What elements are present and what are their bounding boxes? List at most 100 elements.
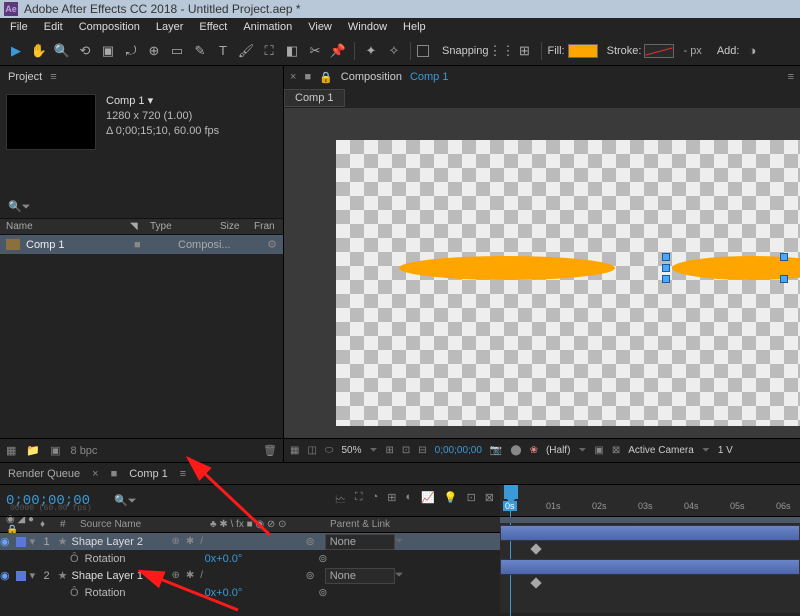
stroke-width[interactable]: - px xyxy=(683,45,701,57)
graph-editor-icon[interactable]: 📈 xyxy=(421,491,435,510)
col-type[interactable]: Type xyxy=(150,221,220,232)
color-mgmt-icon[interactable]: ❀ xyxy=(530,445,538,456)
property-rotation-2[interactable]: Ô Rotation 0x+0.0° ⊚ xyxy=(0,584,500,601)
layer-bar-2[interactable] xyxy=(500,559,800,575)
keyframe-icon[interactable] xyxy=(530,577,541,588)
property-value[interactable]: 0x+0.0° xyxy=(205,553,243,565)
layer-switches[interactable]: ⊕✱/ xyxy=(165,570,285,581)
layer-name[interactable]: Shape Layer 2 xyxy=(71,536,165,548)
transparency-icon[interactable]: ◫ xyxy=(307,445,316,456)
local-axis-icon[interactable]: ✦ xyxy=(361,41,381,61)
tl-icon-a[interactable]: ⊡ xyxy=(467,491,476,510)
layer-row-1[interactable]: ◉ ▾ 1 ★ Shape Layer 2 ⊕✱/ ⊚ None⏷ xyxy=(0,533,500,550)
render-queue-tab[interactable]: Render Queue xyxy=(8,468,80,480)
menu-window[interactable]: Window xyxy=(340,19,395,35)
grid-icon[interactable]: ⊟ xyxy=(418,445,426,456)
resolution-dropdown[interactable]: (Half) xyxy=(546,445,570,456)
snapshot-icon[interactable]: 📷 xyxy=(490,445,502,456)
snap-grid-icon[interactable]: ⊞ xyxy=(515,41,535,61)
anchor-tool-icon[interactable]: ⊕ xyxy=(144,41,164,61)
mask-icon[interactable]: ⬭ xyxy=(325,445,334,456)
time-ruler[interactable]: 0s 01s 02s 03s 04s 05s 06s xyxy=(500,485,800,517)
visibility-icon[interactable]: ◉ xyxy=(0,535,10,548)
show-channel-icon[interactable]: ⬤ xyxy=(510,445,521,456)
views-dropdown[interactable]: 1 V xyxy=(718,445,733,456)
label-color[interactable] xyxy=(16,571,26,581)
resize-handle[interactable] xyxy=(780,275,788,283)
timeline-comp-tab[interactable]: Comp 1 xyxy=(129,468,168,480)
world-axis-icon[interactable]: ✧ xyxy=(384,41,404,61)
orbit-tool-icon[interactable]: ⟲ xyxy=(75,41,95,61)
twirl-icon[interactable]: ▾ xyxy=(30,535,40,548)
brush-tool-icon[interactable]: 🖌 xyxy=(236,41,256,61)
lock-icon[interactable]: 🔒 xyxy=(319,71,333,84)
project-item-comp1[interactable]: Comp 1 ■ Composi... ⚙ xyxy=(0,235,283,254)
togglealpha-icon[interactable]: ⊠ xyxy=(612,445,620,456)
composition-viewport[interactable] xyxy=(284,108,800,438)
layer-name[interactable]: Shape Layer 1 xyxy=(71,570,165,582)
menu-composition[interactable]: Composition xyxy=(71,19,148,35)
shy-icon[interactable]: 🗠 xyxy=(335,491,346,510)
menu-view[interactable]: View xyxy=(300,19,340,35)
close-panel-icon[interactable]: × xyxy=(290,71,296,83)
resize-handle[interactable] xyxy=(662,253,670,261)
menu-effect[interactable]: Effect xyxy=(191,19,235,35)
region-icon[interactable]: ▦ xyxy=(290,445,299,456)
add-shape-icon[interactable]: ◑ xyxy=(742,41,762,61)
rotate-tool-icon[interactable]: ⤾ xyxy=(121,41,141,61)
zoom-dropdown[interactable]: 50% xyxy=(341,445,361,456)
layer-switches[interactable]: ⊕✱/ xyxy=(165,536,285,547)
draft3d-icon[interactable]: ◔ xyxy=(372,491,379,510)
col-parent[interactable]: Parent & Link xyxy=(330,519,430,530)
expression-pickwhip-icon[interactable]: ⊚ xyxy=(318,586,327,599)
rect-tool-icon[interactable]: ▭ xyxy=(167,41,187,61)
comp-name[interactable]: Comp 1 ▾ xyxy=(106,95,153,107)
roi-icon[interactable]: ▣ xyxy=(594,445,603,456)
project-tab[interactable]: Project xyxy=(8,71,42,83)
playhead[interactable] xyxy=(504,485,518,499)
new-comp-icon[interactable]: ▣ xyxy=(50,444,60,457)
property-value[interactable]: 0x+0.0° xyxy=(205,587,243,599)
work-area[interactable] xyxy=(500,517,800,523)
flowchart-icon[interactable]: ⚙ xyxy=(267,238,277,251)
camera-tool-icon[interactable]: ▣ xyxy=(98,41,118,61)
menu-file[interactable]: File xyxy=(2,19,36,35)
brainstorm-icon[interactable]: 💡 xyxy=(444,491,458,510)
keyframe-icon[interactable] xyxy=(530,543,541,554)
type-tool-icon[interactable]: T xyxy=(213,41,233,61)
eraser-tool-icon[interactable]: ◧ xyxy=(282,41,302,61)
col-name[interactable]: Name xyxy=(6,221,130,232)
col-size[interactable]: Size xyxy=(220,221,254,232)
visibility-icon[interactable]: ◉ xyxy=(0,569,10,582)
comp-flowchart-icon[interactable]: ⛶ xyxy=(355,491,363,510)
res-full-icon[interactable]: ⊞ xyxy=(385,445,393,456)
stroke-swatch[interactable] xyxy=(644,44,674,58)
search-icon[interactable]: 🔍⏷ xyxy=(8,201,31,213)
col-label-icon[interactable]: ◥ xyxy=(130,221,150,232)
clone-tool-icon[interactable]: ⛶ xyxy=(259,41,279,61)
close-tab-icon[interactable]: × xyxy=(92,468,98,480)
menu-edit[interactable]: Edit xyxy=(36,19,71,35)
roto-tool-icon[interactable]: ✂ xyxy=(305,41,325,61)
col-framerate[interactable]: Fran xyxy=(254,221,277,232)
layer-bar-1[interactable] xyxy=(500,525,800,541)
menu-layer[interactable]: Layer xyxy=(148,19,192,35)
frame-blend-icon[interactable]: ⊞ xyxy=(387,491,396,510)
menu-help[interactable]: Help xyxy=(395,19,434,35)
interpret-icon[interactable]: ▦ xyxy=(6,444,16,457)
stopwatch-icon[interactable]: Ô xyxy=(70,587,79,599)
expression-pickwhip-icon[interactable]: ⊚ xyxy=(318,552,327,565)
tl-icon-b[interactable]: ⊠ xyxy=(485,491,494,510)
pickwhip-icon[interactable]: ⊚ xyxy=(305,535,314,548)
snapping-checkbox[interactable] xyxy=(417,45,429,57)
hand-tool-icon[interactable]: ✋ xyxy=(29,41,49,61)
res-half-icon[interactable]: ⊡ xyxy=(402,445,410,456)
pen-tool-icon[interactable]: ✎ xyxy=(190,41,210,61)
panel-menu-icon-2[interactable]: ≡ xyxy=(788,71,794,83)
shape-layer-1-ellipse[interactable] xyxy=(399,256,615,280)
comp-thumbnail[interactable] xyxy=(6,94,96,150)
new-folder-icon[interactable]: 📁 xyxy=(26,444,40,457)
selection-tool-icon[interactable]: ▶ xyxy=(6,41,26,61)
stopwatch-icon[interactable]: Ô xyxy=(70,553,79,565)
trash-icon[interactable]: 🗑 xyxy=(263,444,277,457)
